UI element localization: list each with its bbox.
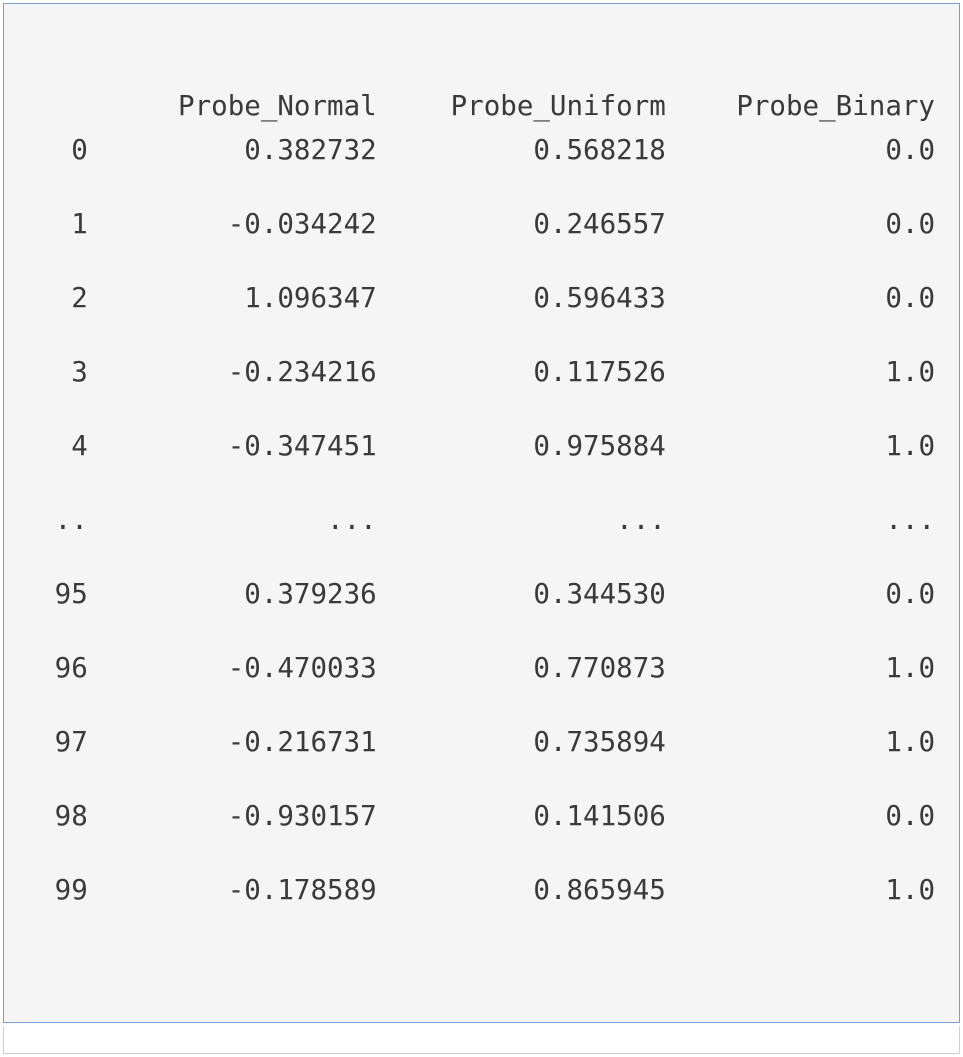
cell-normal: -0.034242 <box>88 211 377 285</box>
cell-binary: 1.0 <box>666 433 935 507</box>
cell-binary: 0.0 <box>666 803 935 877</box>
cell-uniform: 0.735894 <box>377 729 666 803</box>
table-row: 0 0.382732 0.568218 0.0 <box>38 137 935 211</box>
cell-normal: -0.930157 <box>88 803 377 877</box>
next-cell-strip <box>3 1026 960 1054</box>
table-row: 96 -0.470033 0.770873 1.0 <box>38 655 935 729</box>
col-header-uniform: Probe_Uniform <box>377 93 666 137</box>
table-row: 3 -0.234216 0.117526 1.0 <box>38 359 935 433</box>
table-row: 98 -0.930157 0.141506 0.0 <box>38 803 935 877</box>
ellipsis-row: .. ... ... ... <box>38 507 935 581</box>
cell-binary: 1.0 <box>666 729 935 803</box>
cell-index: 2 <box>38 285 88 359</box>
cell-normal: 1.096347 <box>88 285 377 359</box>
cell-index: 3 <box>38 359 88 433</box>
col-header-normal: Probe_Normal <box>88 93 377 137</box>
cell-uniform: 0.246557 <box>377 211 666 285</box>
cell-index: 95 <box>38 581 88 655</box>
cell-uniform: 0.596433 <box>377 285 666 359</box>
cell-uniform: 0.865945 <box>377 877 666 951</box>
col-header-binary: Probe_Binary <box>666 93 935 137</box>
table-row: 95 0.379236 0.344530 0.0 <box>38 581 935 655</box>
cell-binary: 1.0 <box>666 359 935 433</box>
cell-index: 97 <box>38 729 88 803</box>
cell-uniform: 0.117526 <box>377 359 666 433</box>
cell-uniform: 0.344530 <box>377 581 666 655</box>
cell-normal: ... <box>88 507 377 581</box>
cell-uniform: 0.770873 <box>377 655 666 729</box>
header-row: Probe_Normal Probe_Uniform Probe_Binary <box>38 93 935 137</box>
cell-index: .. <box>38 507 88 581</box>
cell-index: 99 <box>38 877 88 951</box>
cell-normal: 0.382732 <box>88 137 377 211</box>
cell-binary: 0.0 <box>666 285 935 359</box>
table-row: 4 -0.347451 0.975884 1.0 <box>38 433 935 507</box>
cell-uniform: 0.568218 <box>377 137 666 211</box>
cell-index: 0 <box>38 137 88 211</box>
cell-normal: -0.216731 <box>88 729 377 803</box>
table-row: 2 1.096347 0.596433 0.0 <box>38 285 935 359</box>
cell-index: 98 <box>38 803 88 877</box>
col-header-index <box>38 93 88 137</box>
cell-uniform: 0.975884 <box>377 433 666 507</box>
cell-binary: ... <box>666 507 935 581</box>
table-row: 1 -0.034242 0.246557 0.0 <box>38 211 935 285</box>
cell-normal: 0.379236 <box>88 581 377 655</box>
cell-binary: 0.0 <box>666 211 935 285</box>
table-row: 97 -0.216731 0.735894 1.0 <box>38 729 935 803</box>
dataframe-table: Probe_Normal Probe_Uniform Probe_Binary … <box>38 93 935 951</box>
cell-binary: 0.0 <box>666 581 935 655</box>
table-row: 99 -0.178589 0.865945 1.0 <box>38 877 935 951</box>
cell-binary: 0.0 <box>666 137 935 211</box>
dataframe-output-cell: Probe_Normal Probe_Uniform Probe_Binary … <box>3 3 960 1023</box>
cell-index: 4 <box>38 433 88 507</box>
cell-normal: -0.347451 <box>88 433 377 507</box>
cell-binary: 1.0 <box>666 655 935 729</box>
cell-binary: 1.0 <box>666 877 935 951</box>
cell-uniform: ... <box>377 507 666 581</box>
cell-normal: -0.234216 <box>88 359 377 433</box>
cell-normal: -0.178589 <box>88 877 377 951</box>
cell-normal: -0.470033 <box>88 655 377 729</box>
cell-uniform: 0.141506 <box>377 803 666 877</box>
cell-index: 1 <box>38 211 88 285</box>
cell-index: 96 <box>38 655 88 729</box>
